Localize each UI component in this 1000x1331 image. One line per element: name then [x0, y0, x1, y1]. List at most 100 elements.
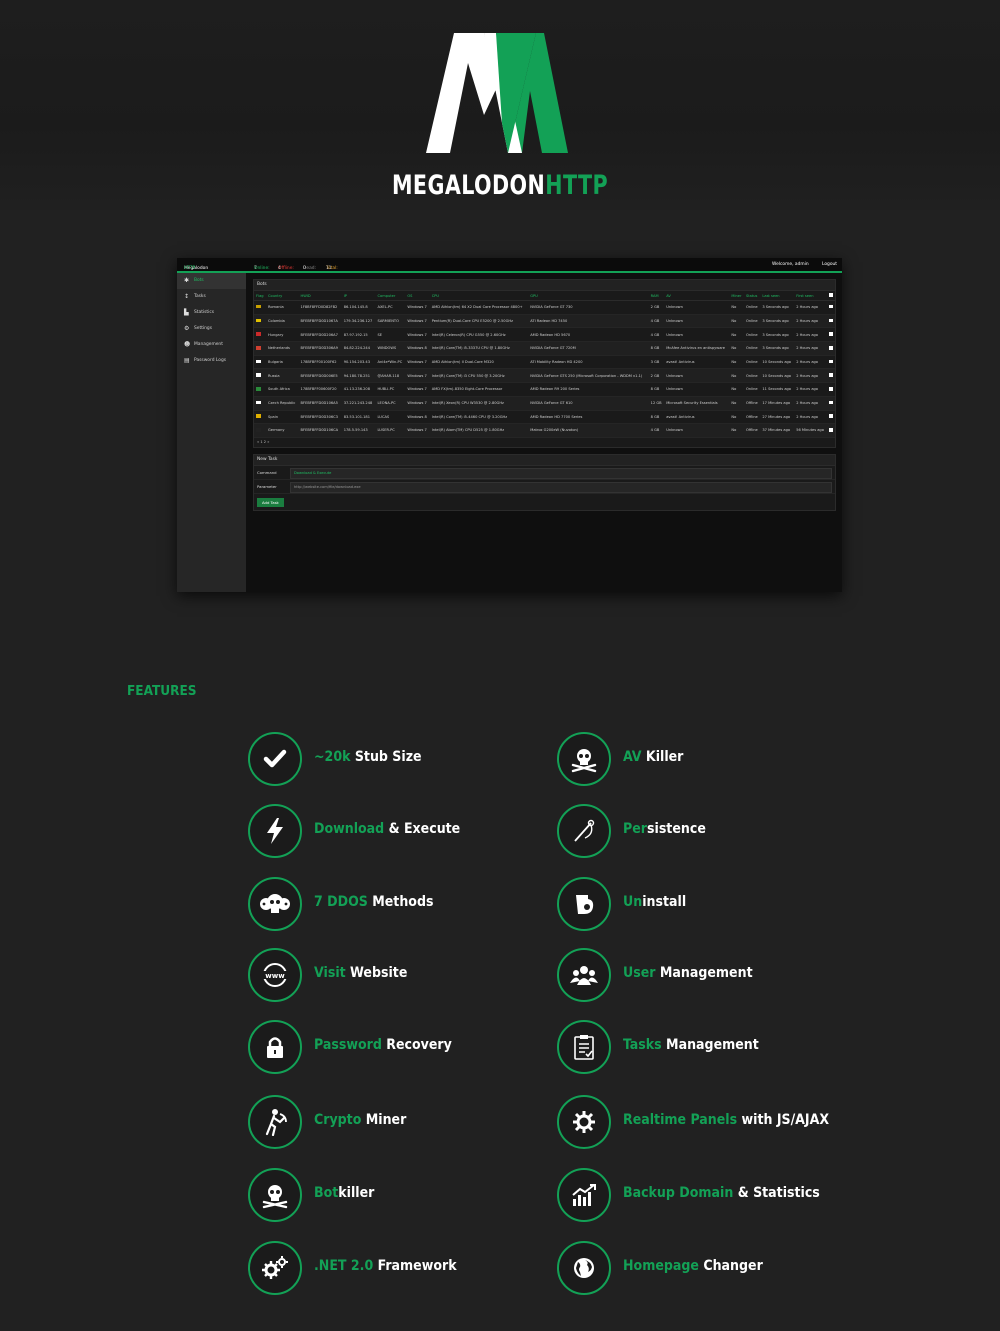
globe-icon	[557, 1241, 611, 1295]
panel-screenshot: Megalodon HTTP Online: 7 Offline: 4 Dead:…	[177, 258, 842, 592]
users-icon	[557, 948, 611, 1002]
table-cell: No	[729, 300, 744, 315]
column-header[interactable]: GPU	[528, 291, 649, 301]
add-task-button[interactable]: Add Task	[257, 497, 284, 507]
document-icon: ▤	[184, 357, 190, 364]
table-cell: Ani4e*Win-PC	[375, 355, 406, 370]
table-cell: SARMIENTO	[375, 314, 406, 329]
feature-highlight: Password	[314, 1037, 382, 1053]
feature-highlight: ~20k	[314, 749, 351, 765]
select-all-checkbox[interactable]	[827, 291, 835, 301]
table-cell: 3 Seconds ago	[760, 327, 795, 343]
parameter-input[interactable]: http://website.com/file/download.exe	[290, 481, 832, 493]
sidebar-item-settings[interactable]: ⚙ Settings	[177, 321, 246, 337]
column-header[interactable]: OS	[405, 291, 430, 301]
table-cell: AMD Athlon(tm) 64 X2 Dual Core Processor…	[429, 300, 529, 315]
pager[interactable]: « 1 2 »	[254, 438, 835, 447]
row-checkbox[interactable]	[827, 300, 835, 315]
table-row[interactable]: Hungary BFEBFBFFD0D206A7 87.97.192.15 SE Win…	[254, 327, 835, 343]
feature-rest: Website	[345, 965, 408, 981]
table-cell: 41.13.236.208	[341, 382, 376, 397]
brand-part1: MEGALODON	[391, 170, 546, 201]
command-select[interactable]: Download & Execute	[290, 467, 832, 479]
column-header[interactable]: AV	[664, 291, 730, 301]
sidebar-item-label: Tasks	[194, 294, 206, 299]
table-row[interactable]: Germany BFEBFBFFD0D106CA 178.5.59.143 LUSER…	[254, 423, 835, 438]
flag-cell	[254, 314, 266, 329]
column-header[interactable]: IP	[341, 291, 376, 301]
skulls-icon	[248, 877, 302, 931]
sidebar-item-bots[interactable]: ✱ Bots	[177, 273, 246, 289]
feature-rest: Management	[661, 1037, 759, 1053]
column-header[interactable]: HWID	[298, 291, 342, 301]
table-cell: 178BFBFF00600F20	[298, 382, 342, 397]
row-checkbox[interactable]	[827, 423, 835, 438]
flag-icon	[256, 414, 261, 418]
table-row[interactable]: Bulgaria 178BFBFF00100F62 90.154.203.43 Ani…	[254, 355, 835, 370]
column-header[interactable]: Computer	[375, 291, 406, 301]
table-cell: Online	[743, 327, 761, 343]
row-checkbox[interactable]	[827, 341, 835, 356]
logout-link[interactable]: Logout	[822, 262, 837, 267]
table-cell: BFEBFBFFD0D106CA	[298, 423, 342, 438]
table-cell: Offline	[743, 410, 761, 425]
feature-highlight: User	[623, 965, 656, 981]
flag-icon	[256, 428, 261, 432]
sidebar-item-password-logs[interactable]: ▤ Password Logs	[177, 353, 246, 369]
checkmark-icon	[248, 732, 302, 786]
table-cell: Romania	[265, 300, 299, 315]
feature-label: Botkiller	[314, 1185, 374, 1201]
flag-icon	[256, 359, 261, 364]
online-count: 7	[254, 266, 257, 271]
flag-cell	[254, 423, 266, 438]
table-row[interactable]: Netherlands BFEBFBFFD0D306A9 84.82.224.244…	[254, 341, 835, 356]
table-cell: Online	[743, 382, 761, 397]
feature-label: Tasks Management	[623, 1037, 759, 1053]
table-cell: Unknown	[664, 327, 730, 343]
column-header[interactable]: First seen	[794, 291, 828, 301]
table-row[interactable]: Romania 1F8BF8FFD0D82FB2 86.104.145.8 AXEL-…	[254, 300, 835, 315]
sidebar-item-statistics[interactable]: ▙ Statistics	[177, 305, 246, 321]
row-checkbox[interactable]	[827, 314, 835, 329]
column-header[interactable]: Miner	[729, 291, 744, 301]
row-checkbox[interactable]	[827, 327, 835, 343]
feature-label: AV Killer	[623, 749, 683, 765]
column-header[interactable]: Country	[265, 291, 299, 301]
feature-rest: Recovery	[381, 1037, 452, 1053]
table-row[interactable]: South Africa 178BFBFF00600F20 41.13.236.20…	[254, 382, 835, 397]
sidebar-item-management[interactable]: ☻ Management	[177, 337, 246, 353]
sidebar-item-label: Settings	[194, 326, 213, 331]
table-cell: Intel(R) Celeron(R) CPU G550 @ 2.60GHz	[429, 327, 529, 343]
table-row[interactable]: Colombia BFEBFBFFD0D1067A 179.34.236.127 SA…	[254, 314, 835, 329]
table-cell: 94.180.78.251	[341, 368, 376, 384]
row-checkbox[interactable]	[827, 410, 835, 425]
table-cell: 2 Hours ago	[794, 355, 828, 370]
row-checkbox[interactable]	[827, 382, 835, 397]
table-cell: Matrox G200eW (Nuvoton)	[528, 423, 649, 438]
statistics-icon: ▙	[184, 309, 189, 316]
table-cell: No	[729, 410, 744, 425]
column-header[interactable]: Status	[743, 291, 761, 301]
offline-count: 4	[278, 266, 281, 271]
table-row[interactable]: Russia BFEBFBFFD0D006E5 94.180.78.251 @AHAR…	[254, 368, 835, 384]
flag-icon	[256, 346, 261, 350]
trash-icon	[557, 877, 611, 931]
feature-highlight: Crypto	[314, 1112, 362, 1128]
table-row[interactable]: Spain BFEBFBFFD0D306C3 83.53.101.181 LUCAS W…	[254, 410, 835, 425]
column-header[interactable]: Flag	[254, 291, 266, 301]
column-header[interactable]: CPU	[429, 291, 529, 301]
table-row[interactable]: Czech Republic BFEBFBFFD0D106A5 37.221.243…	[254, 396, 835, 411]
column-header[interactable]: RAM	[648, 291, 665, 301]
table-cell: 3 Seconds ago	[760, 314, 795, 329]
brand-part2: HTTP	[545, 170, 609, 201]
column-header[interactable]: Last seen	[760, 291, 795, 301]
table-cell: Intel(R) Core(TM) i3 CPU 550 @ 3.20GHz	[429, 368, 529, 384]
feature-rest: killer	[338, 1185, 375, 1201]
row-checkbox[interactable]	[827, 396, 835, 411]
feature-rest: Changer	[698, 1258, 763, 1274]
table-cell: SE	[375, 327, 406, 343]
flag-icon	[256, 304, 261, 309]
row-checkbox[interactable]	[827, 355, 835, 370]
row-checkbox[interactable]	[827, 368, 835, 384]
sidebar-item-tasks[interactable]: ↕ Tasks	[177, 289, 246, 305]
